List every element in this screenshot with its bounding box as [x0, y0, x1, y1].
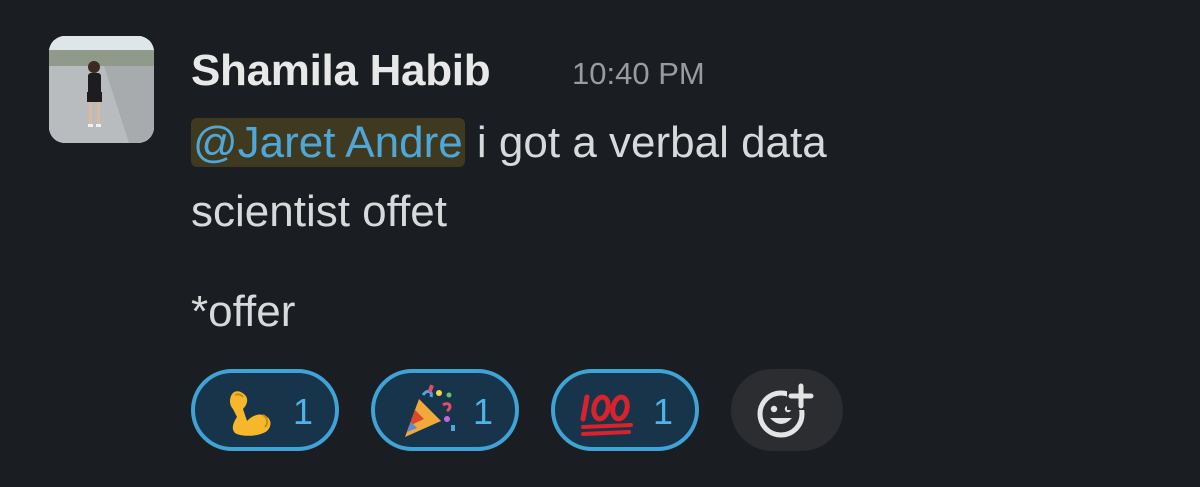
reaction-party-popper[interactable]: 1: [371, 369, 519, 451]
avatar-photo: [49, 36, 154, 143]
flexed-biceps-icon: [230, 391, 271, 436]
reaction-count: 1: [653, 391, 674, 432]
message-text: i got a verbal data: [464, 118, 827, 167]
reaction-count: 1: [473, 391, 494, 432]
chat-message: Shamila Habib 10:40 PM @Jaret Andre i go…: [0, 0, 1200, 487]
party-popper-icon: [405, 384, 455, 437]
hundred-points-icon: [580, 394, 633, 436]
message-text-line-2: scientist offet: [191, 187, 447, 236]
user-mention[interactable]: @Jaret Andre: [191, 118, 465, 167]
message-correction: *offer: [191, 287, 296, 336]
avatar[interactable]: [49, 36, 154, 143]
add-reaction-button[interactable]: [731, 369, 843, 451]
sender-name[interactable]: Shamila Habib: [191, 46, 491, 96]
message-text-line-1: @Jaret Andre i got a verbal data: [191, 113, 827, 173]
emoji-add-icon: [757, 383, 814, 438]
message-timestamp[interactable]: 10:40 PM: [572, 56, 705, 92]
reaction-count: 1: [293, 391, 314, 432]
reaction-flexed-biceps[interactable]: 1: [191, 369, 339, 451]
reaction-hundred-points[interactable]: 1: [551, 369, 699, 451]
